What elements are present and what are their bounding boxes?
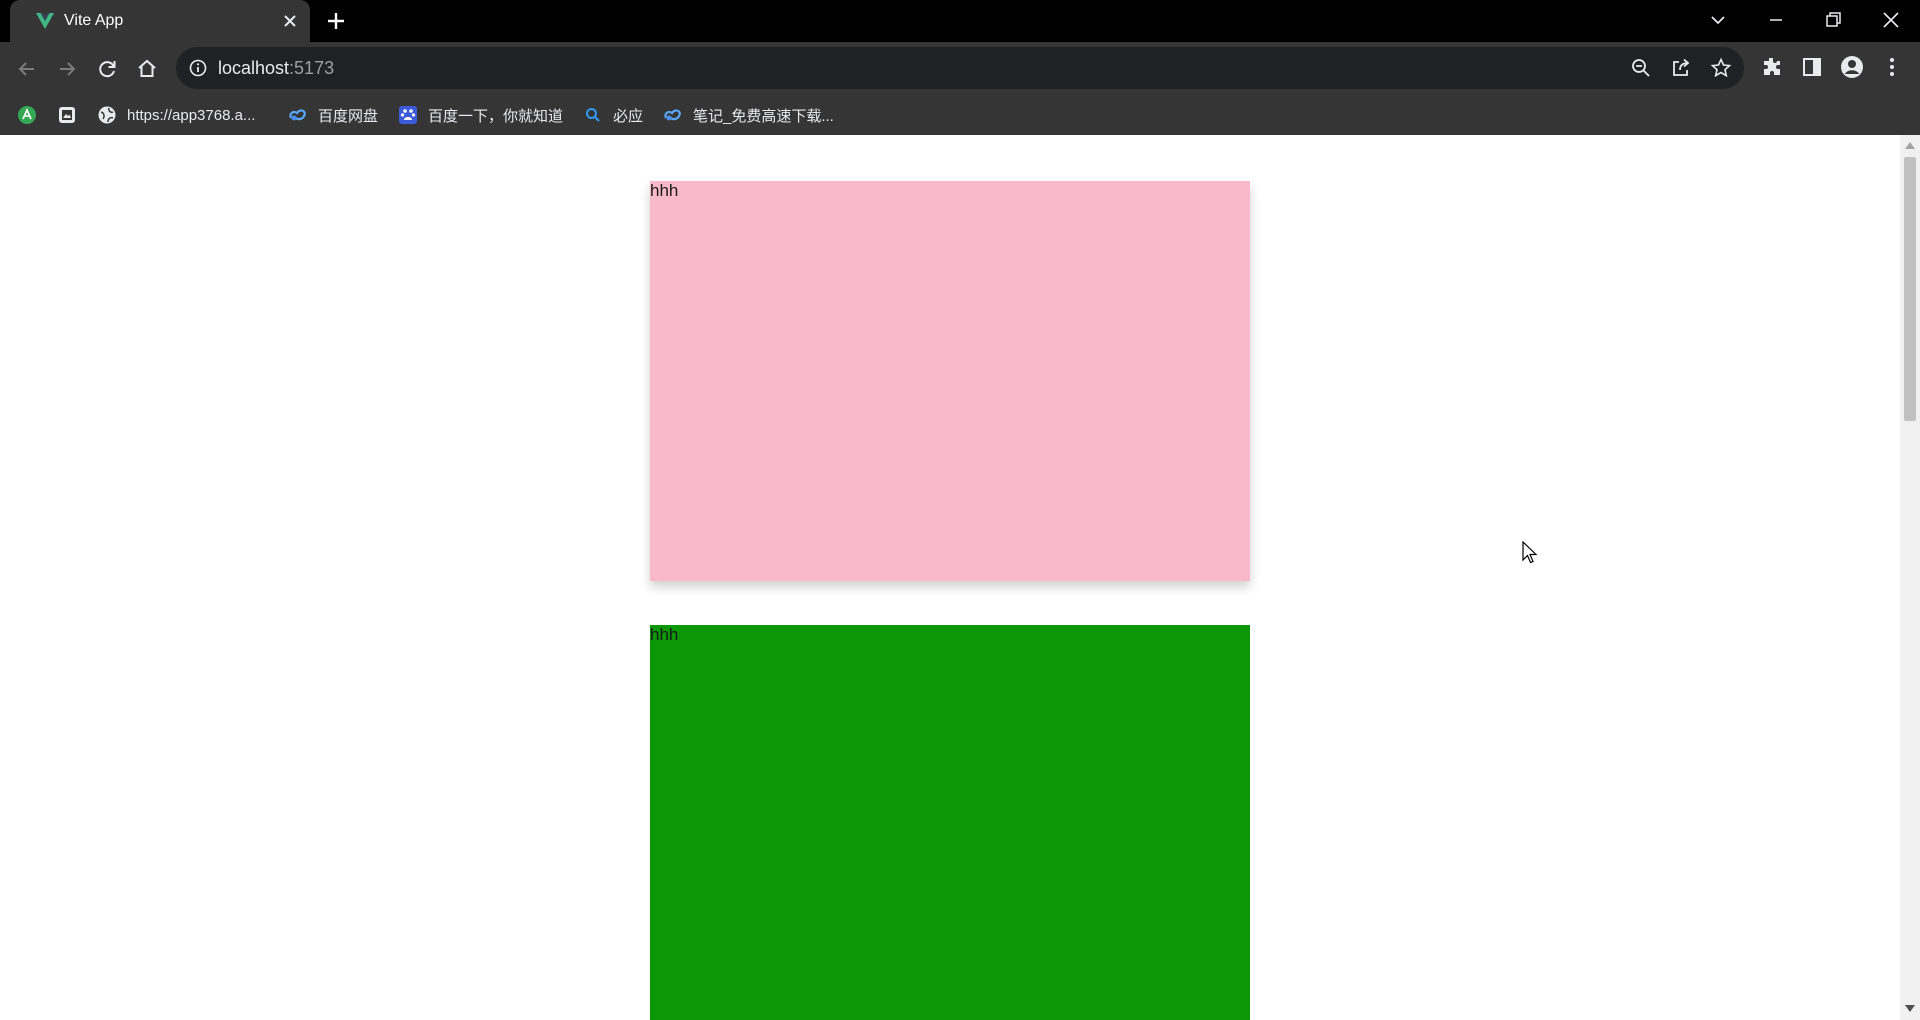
url-host: localhost bbox=[218, 58, 290, 78]
baidu-paw-icon bbox=[399, 106, 417, 124]
vite-logo-icon bbox=[36, 13, 54, 29]
bookmark-label: 必应 bbox=[613, 107, 644, 125]
bookmark-item[interactable]: 百度网盘 bbox=[288, 103, 378, 127]
zoom-icon[interactable] bbox=[1630, 57, 1652, 79]
menu-kebab-icon[interactable] bbox=[1880, 55, 1904, 79]
bookmark-label: 百度一下，你就知道 bbox=[428, 107, 564, 125]
bookmark-item[interactable]: https://app3768.a... bbox=[97, 103, 255, 127]
home-icon[interactable] bbox=[134, 56, 160, 82]
reload-icon[interactable] bbox=[94, 56, 120, 82]
bookmark-label: 笔记_免费高速下载... bbox=[693, 107, 834, 125]
new-tab-icon[interactable] bbox=[325, 10, 347, 32]
window-close-icon[interactable] bbox=[1879, 8, 1903, 32]
tab-search-icon[interactable] bbox=[1706, 8, 1730, 32]
baidu-netdisk-icon bbox=[289, 109, 306, 121]
globe-icon bbox=[98, 106, 116, 124]
close-tab-icon[interactable] bbox=[280, 11, 300, 31]
share-icon[interactable] bbox=[1670, 57, 1692, 79]
tab-title: Vite App bbox=[64, 12, 124, 29]
minimize-icon[interactable] bbox=[1764, 8, 1788, 32]
bing-search-icon bbox=[586, 108, 600, 122]
browser-toolbar: localhost:5173 bbox=[0, 42, 1920, 95]
page-viewport: hhh hhh bbox=[0, 135, 1900, 1020]
scroll-up-arrow-icon[interactable] bbox=[1905, 141, 1915, 149]
box-text: hhh bbox=[650, 625, 679, 644]
bookmark-label: https://app3768.a... bbox=[127, 106, 256, 124]
scrollbar-thumb[interactable] bbox=[1904, 157, 1916, 421]
restore-icon[interactable] bbox=[1821, 8, 1845, 32]
profile-avatar-icon[interactable] bbox=[1840, 55, 1864, 79]
back-icon[interactable] bbox=[14, 56, 40, 82]
bookmark-star-icon[interactable] bbox=[1710, 57, 1732, 79]
bookmark-item[interactable] bbox=[57, 103, 87, 127]
bookmark-item[interactable]: 笔记_免费高速下载... bbox=[663, 103, 834, 127]
tab-vite-app[interactable]: Vite App bbox=[10, 0, 310, 42]
bookmark-item[interactable]: 百度一下，你就知道 bbox=[398, 103, 563, 127]
forward-icon[interactable] bbox=[54, 56, 80, 82]
baidu-netdisk-icon bbox=[664, 109, 681, 121]
scroll-down-arrow-icon[interactable] bbox=[1905, 1005, 1915, 1013]
bookmarks-bar: https://app3768.a... 百度网盘 百度一下，你就知道 必应 笔… bbox=[0, 95, 1920, 135]
box-text: hhh bbox=[650, 181, 679, 200]
url-port: :5173 bbox=[289, 58, 335, 78]
address-url: localhost:5173 bbox=[218, 58, 334, 78]
tab-strip: Vite App bbox=[0, 0, 1920, 42]
mouse-cursor-icon bbox=[1522, 541, 1538, 564]
site-info-icon[interactable] bbox=[188, 58, 208, 78]
bookmark-label: 百度网盘 bbox=[318, 107, 379, 125]
address-bar[interactable]: localhost:5173 bbox=[176, 47, 1744, 89]
image-app-icon bbox=[59, 107, 75, 123]
extensions-icon[interactable] bbox=[1760, 55, 1784, 79]
side-panel-icon[interactable] bbox=[1800, 55, 1824, 79]
green-box: hhh bbox=[650, 625, 1250, 1020]
pink-box: hhh bbox=[650, 181, 1250, 581]
bookmark-item[interactable]: 必应 bbox=[583, 103, 643, 127]
vertical-scrollbar[interactable] bbox=[1900, 135, 1920, 1020]
bookmark-item[interactable] bbox=[17, 103, 47, 127]
app-icon bbox=[18, 106, 36, 124]
